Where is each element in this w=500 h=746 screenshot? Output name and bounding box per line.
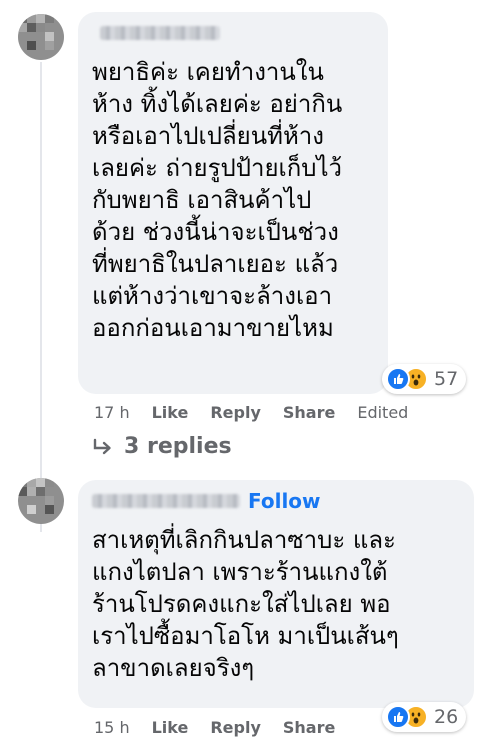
reaction-summary[interactable]: 57 [382, 364, 467, 394]
reaction-count: 26 [434, 706, 459, 728]
avatar[interactable] [18, 14, 64, 60]
reaction-summary[interactable]: 26 [382, 702, 467, 732]
commenter-name[interactable] [100, 26, 220, 40]
comment-bubble: Follow สาเหตุที่เลิกกินปลาซาบะ และ แกงไต… [78, 480, 474, 708]
edited-label: Edited [357, 403, 409, 422]
share-button[interactable]: Share [283, 403, 335, 422]
reply-button[interactable]: Reply [210, 403, 261, 422]
reply-arrow-icon [93, 438, 111, 454]
comment-text: พยาธิค่ะ เคยทำงานใน ห้าง ทิ้งได้เลยค่ะ อ… [92, 58, 343, 342]
like-button[interactable]: Like [152, 403, 189, 422]
comment-text: สาเหตุที่เลิกกินปลาซาบะ และ แกงไตปลา เพร… [92, 526, 399, 682]
view-replies-link[interactable]: 3 replies [92, 434, 232, 459]
like-icon [386, 367, 410, 391]
timestamp[interactable]: 17 h [94, 403, 130, 422]
avatar[interactable] [18, 478, 64, 524]
replies-count: 3 replies [124, 434, 232, 459]
timestamp[interactable]: 15 h [94, 718, 130, 737]
reply-button[interactable]: Reply [210, 718, 261, 737]
like-icon [386, 705, 410, 729]
follow-button[interactable]: Follow [248, 489, 321, 513]
comment-bubble: พยาธิค่ะ เคยทำงานใน ห้าง ทิ้งได้เลยค่ะ อ… [78, 12, 388, 394]
comment-actions: 15 h Like Reply Share [94, 718, 357, 737]
thread-line [40, 62, 42, 532]
share-button[interactable]: Share [283, 718, 335, 737]
reaction-count: 57 [434, 368, 459, 390]
comment-actions: 17 h Like Reply Share Edited [94, 403, 408, 422]
like-button[interactable]: Like [152, 718, 189, 737]
commenter-name[interactable] [92, 494, 240, 508]
